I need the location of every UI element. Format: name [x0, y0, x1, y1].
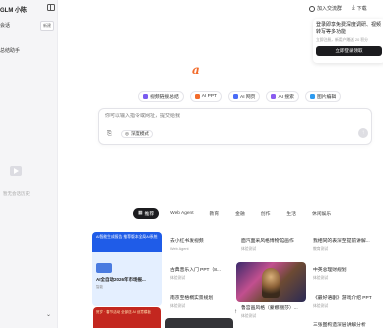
feature-label: 图片编辑: [316, 95, 337, 100]
feature-label: AI PPT: [201, 94, 217, 99]
download-button[interactable]: ⤓ 下载: [352, 5, 367, 12]
download-icon: ⤓: [352, 5, 355, 11]
category-tabs: ▦ 推荐 Web Agent 教育 金融 创作 生活 休闲娱乐: [133, 208, 336, 219]
user-icon: [309, 5, 315, 12]
card-title: 三张图构造深层讲解分析: [313, 323, 366, 328]
tab-label: 推荐: [144, 212, 155, 217]
search-icon: [271, 94, 277, 99]
video-icon: [143, 94, 148, 99]
card-title: 中英总理财规划: [313, 268, 347, 273]
card-text[interactable]: 南京至梧桐实景规划 体验测试: [170, 294, 238, 309]
card-text[interactable]: 《最好语剧》游戏介绍 PPT 体验测试: [313, 294, 381, 309]
tab-creation[interactable]: 创作: [256, 208, 276, 219]
card-title: 去小红书发视频: [170, 239, 204, 244]
attach-icon[interactable]: ⎘: [107, 131, 112, 138]
feature-ai-web[interactable]: AI 网页: [228, 91, 261, 102]
card-text[interactable]: 三张图构造深层讲解分析: [313, 321, 381, 328]
feature-shortcuts: 视频链接总结 AI PPT AI 网页 AI 搜索 图片编辑: [138, 91, 342, 102]
join-group-button[interactable]: 加入交流群: [309, 5, 342, 12]
empty-history-icon: [10, 166, 22, 176]
card-text[interactable]: 古典音乐入门 PPT（8... 体验测试: [170, 266, 238, 281]
card-dark-image[interactable]: [165, 318, 233, 328]
card-text[interactable]: 鲁宫画风格（蒙娜丽莎）... 体验测试: [241, 304, 309, 319]
send-button[interactable]: ↑: [358, 128, 368, 138]
card-thumbnail: [96, 263, 112, 273]
feature-ai-ppt[interactable]: AI PPT: [189, 91, 222, 102]
web-icon: [233, 94, 238, 99]
card-title: 我相同的表深至提前讲解...: [313, 239, 370, 244]
card-meta: 体验测试: [170, 276, 186, 280]
tab-education[interactable]: 教育: [205, 208, 225, 219]
card-meta: 体验测试: [241, 314, 257, 318]
mona-lisa-illustration: [262, 268, 280, 298]
card-banner: AI智能生成报告 推荐版本全局AI系统: [92, 232, 162, 252]
login-claim-button[interactable]: 立即登录领取: [316, 46, 382, 56]
sidebar-item-assistant[interactable]: 总结助手: [0, 47, 20, 54]
deep-mode-icon: ◎: [125, 131, 129, 136]
card-title: 鲁宫画风格（蒙娜丽莎）...: [241, 306, 298, 311]
card-meta: 体验测试: [313, 304, 329, 308]
feature-video-summary[interactable]: 视频链接总结: [138, 91, 184, 102]
deep-mode-label: 深度模式: [130, 131, 149, 136]
new-chat-item[interactable]: 会话: [0, 22, 10, 29]
scroll-up-icon[interactable]: ↑: [231, 307, 240, 316]
feature-image-edit[interactable]: 图片编辑: [304, 91, 342, 102]
brand-name: GLM 小陈: [0, 8, 27, 14]
feature-label: AI 网页: [240, 95, 256, 100]
grid-icon: ▦: [138, 211, 143, 216]
tab-recommended[interactable]: ▦ 推荐: [133, 208, 160, 219]
feature-ai-search[interactable]: AI 搜索: [266, 91, 299, 102]
card-title: 南京至梧桐实景规划: [170, 296, 214, 301]
sidebar: GLM 小陈 会话 新建 总结助手 暂无会话历史 ⌄: [0, 0, 58, 328]
chat-input[interactable]: [105, 113, 305, 119]
card-title: 古典音乐入门 PPT（8...: [170, 268, 221, 273]
tab-entertainment[interactable]: 休闲娱乐: [307, 208, 336, 219]
card-title: 《最好语剧》游戏介绍 PPT: [313, 296, 372, 301]
deep-mode-toggle[interactable]: ◎ 深度模式: [121, 130, 153, 138]
ppt-icon: [194, 94, 200, 99]
login-promo-popover: 登录即享免费深度调研、视频转写等多功能 立即注册，新用户赠送 20 积分 立即登…: [313, 19, 383, 63]
card-meta: 体验测试: [241, 247, 257, 251]
card-meta: Web Agent: [170, 247, 189, 251]
card-text[interactable]: 面汽面采风格博物馆画作 体验测试: [241, 237, 309, 252]
card-meta: 体验测试: [313, 276, 329, 280]
card-spring-festival[interactable]: 贺岁 · 春节活动 全部送 AI 创意模板: [93, 307, 161, 328]
join-group-label: 加入交流群: [317, 6, 343, 12]
card-text[interactable]: 中英总理财规划 体验测试: [313, 266, 381, 281]
card-meta: 智能: [96, 285, 103, 289]
tab-life[interactable]: 生活: [281, 208, 301, 219]
card-meta: 体验测试: [170, 304, 186, 308]
new-chat-shortcut[interactable]: 新建: [40, 21, 54, 31]
send-arrow-icon: ↑: [361, 130, 365, 136]
card-title: 面汽面采风格博物馆画作: [241, 239, 294, 244]
card-text[interactable]: 去小红书发视频 Web Agent: [170, 237, 238, 251]
card-text[interactable]: 我相同的表深至提前讲解... 教育测试: [313, 237, 381, 252]
card-banner: 贺岁 · 春节活动 全部送 AI 创意模板: [96, 310, 151, 314]
feature-label: AI 搜索: [278, 95, 294, 100]
empty-history-text: 暂无会话历史: [3, 191, 30, 196]
card-market-report[interactable]: AI智能生成报告 推荐版本全局AI系统 AI全自动2026年市场报... 智能: [92, 232, 162, 306]
chat-input-box: ⎘ ◎ 深度模式 ↑: [98, 108, 372, 145]
chevron-down-icon[interactable]: ⌄: [46, 311, 51, 318]
card-meta: 教育测试: [313, 247, 329, 251]
card-mona-lisa-image[interactable]: [236, 262, 306, 302]
sidebar-collapse-icon[interactable]: [47, 4, 55, 11]
promo-title: 登录即享免费深度调研、视频转写等多功能: [316, 22, 382, 35]
tab-web-agent[interactable]: Web Agent: [165, 208, 198, 219]
image-icon: [309, 94, 315, 99]
feature-label: 视频链接总结: [150, 95, 179, 100]
app-logo: a: [192, 63, 200, 77]
card-title: AI全自动2026年市场报...: [96, 277, 146, 282]
download-label: 下载: [356, 6, 367, 12]
promo-subtitle: 立即注册，新用户赠送 20 积分: [316, 38, 368, 42]
tab-finance[interactable]: 金融: [230, 208, 250, 219]
